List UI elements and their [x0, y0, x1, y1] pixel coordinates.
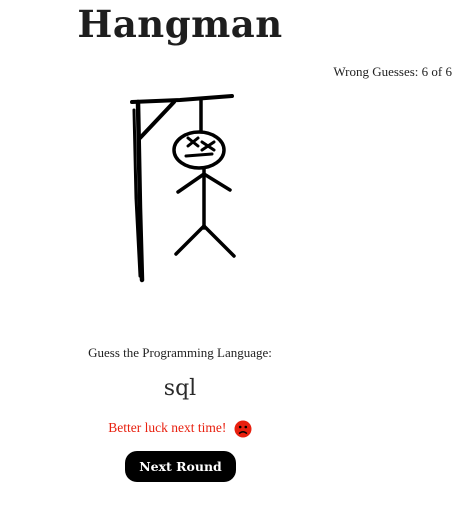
gallows-beam	[130, 94, 234, 104]
wrong-guesses-counter: Wrong Guesses: 6 of 6	[333, 64, 452, 79]
result-message-row: Better luck next time!	[0, 420, 360, 438]
game-title: Hangman	[77, 2, 283, 46]
hangman-right-arm	[202, 172, 232, 192]
gallows-brace	[138, 100, 176, 140]
hangman-mouth	[184, 152, 214, 158]
hangman-right-eye-x	[200, 140, 216, 152]
hangman-drawing	[130, 94, 236, 283]
hangman-right-leg	[202, 224, 236, 258]
revealed-answer: sql	[163, 376, 197, 401]
hangman-left-arm	[176, 172, 206, 194]
hangman-left-eye-x	[186, 136, 200, 148]
next-round-button[interactable]: Next Round	[125, 451, 236, 482]
hangman-left-leg	[174, 224, 206, 256]
question-prompt: Guess the Programming Language:	[88, 345, 272, 360]
hangman-figure	[172, 130, 236, 258]
sad-face-icon	[234, 420, 252, 438]
result-message: Better luck next time!	[108, 420, 227, 436]
